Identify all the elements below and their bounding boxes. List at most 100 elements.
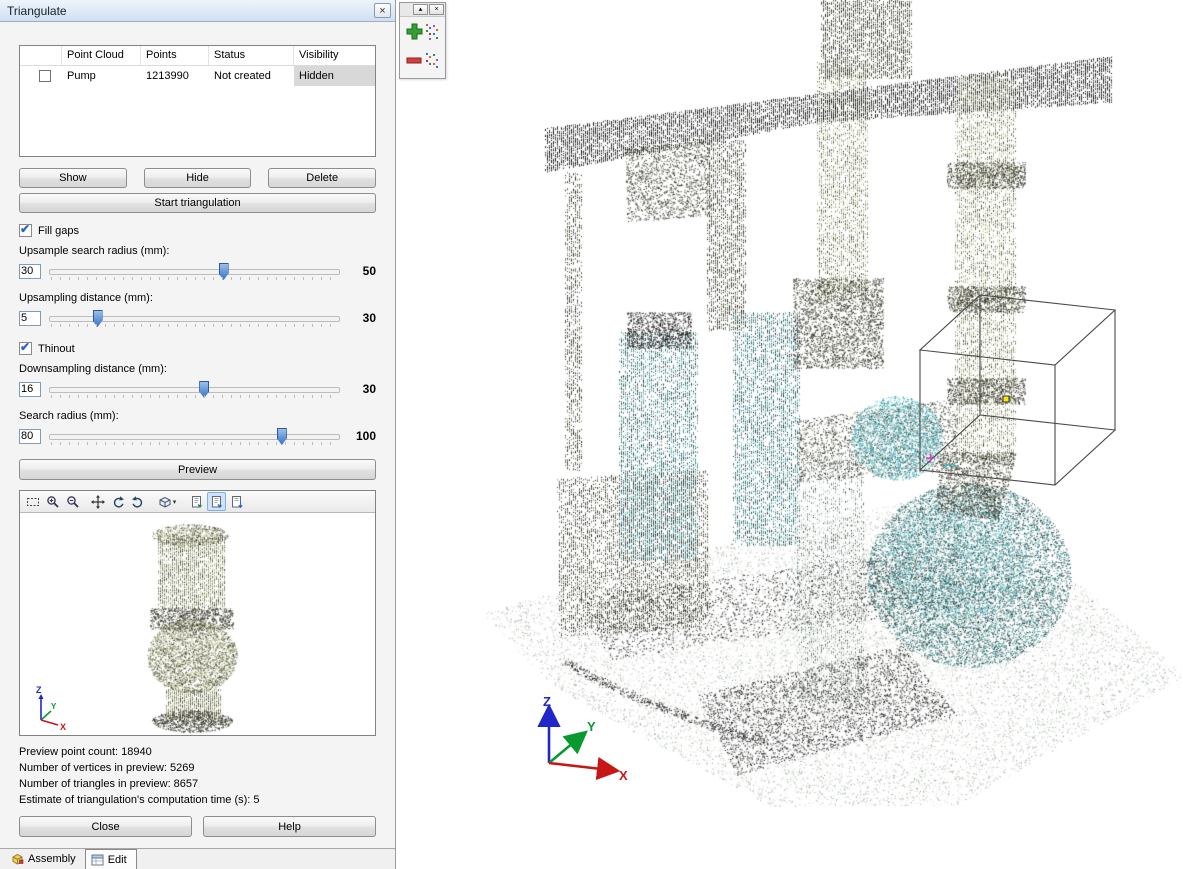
search-radius-label: Search radius (mm): — [19, 410, 376, 422]
preview-axis-y-label: Y — [51, 702, 57, 711]
upsample-search-radius-slider: 50 — [19, 258, 376, 284]
point-cloud-table: Point Cloud Points Status Visibility Pum… — [19, 45, 376, 157]
tab-assembly[interactable]: Assembly — [6, 849, 85, 869]
header-point-cloud: Point Cloud — [62, 46, 141, 65]
slider-track[interactable] — [49, 379, 340, 399]
viewport-overlay: Z Y X — [397, 0, 1183, 869]
triangulate-panel: Triangulate × Point Cloud Points Status … — [0, 0, 396, 869]
tab-edit[interactable]: Edit — [85, 849, 137, 869]
remove-points-tool[interactable] — [400, 46, 445, 75]
fill-gaps-label: Fill gaps — [38, 225, 79, 237]
selected-point-marker[interactable] — [1003, 396, 1009, 402]
header-points: Points — [141, 46, 209, 65]
computation-time-estimate: Estimate of triangulation's computation … — [19, 792, 376, 808]
preview-point-count: Preview point count: 18940 — [19, 744, 376, 760]
slider-max-label: 30 — [346, 382, 376, 396]
cube-corner-gizmo[interactable] — [926, 454, 957, 469]
tab-edit-label: Edit — [108, 854, 127, 866]
panel-title: Triangulate — [7, 4, 67, 18]
collapse-icon[interactable]: ▴ — [413, 4, 428, 15]
header-visibility: Visibility — [294, 46, 375, 65]
show-button[interactable]: Show — [19, 168, 127, 188]
close-icon[interactable]: × — [429, 4, 444, 15]
rotate-right-icon[interactable] — [108, 492, 127, 511]
zoom-out-icon[interactable] — [63, 492, 82, 511]
slider-thumb[interactable] — [219, 263, 229, 280]
header-status: Status — [209, 46, 294, 65]
row-checkbox[interactable] — [39, 70, 51, 82]
pan-icon[interactable] — [88, 492, 107, 511]
cell-point-cloud: Pump — [62, 66, 141, 86]
zoom-in-icon[interactable] — [43, 492, 62, 511]
clipping-box-wireframe[interactable] — [920, 295, 1115, 485]
preview-group: ▾ Z Y X — [19, 490, 376, 736]
preview-axis-triad: Z Y X — [25, 682, 89, 732]
upsample-search-radius-label: Upsample search radius (mm): — [19, 245, 376, 257]
bottom-tabstrip: Assembly Edit — [0, 848, 395, 869]
preview-axis-z-label: Z — [36, 685, 42, 695]
search-radius-input[interactable] — [19, 429, 41, 444]
assembly-icon — [11, 853, 24, 865]
app-window: Triangulate × Point Cloud Points Status … — [0, 0, 1183, 869]
close-button[interactable]: Close — [19, 816, 192, 837]
table-empty-area — [20, 86, 375, 156]
preview-axis-x-label: X — [60, 722, 66, 732]
fill-gaps-checkbox[interactable] — [19, 224, 32, 237]
axis-y-label: Y — [587, 719, 596, 734]
fill-gaps-row[interactable]: Fill gaps — [19, 224, 376, 237]
delete-button[interactable]: Delete — [268, 168, 376, 188]
upsampling-distance-input[interactable] — [19, 311, 41, 326]
slider-thumb[interactable] — [199, 381, 209, 398]
panel-content: Point Cloud Points Status Visibility Pum… — [0, 45, 395, 837]
upsample-search-radius-input[interactable] — [19, 264, 41, 279]
slider-thumb[interactable] — [93, 310, 103, 327]
slider-max-label: 50 — [346, 264, 376, 278]
add-points-icon — [406, 21, 440, 43]
slider-track[interactable] — [49, 308, 340, 328]
preview-stats: Preview point count: 18940 Number of ver… — [19, 744, 376, 808]
tab-assembly-label: Assembly — [28, 853, 76, 865]
close-icon[interactable]: × — [374, 3, 391, 18]
hide-button[interactable]: Hide — [144, 168, 252, 188]
chevron-down-icon: ▾ — [173, 498, 177, 506]
remove-points-icon — [406, 50, 440, 72]
viewport-axis-triad: Z Y X — [543, 694, 628, 783]
rotate-left-icon[interactable] — [128, 492, 147, 511]
cell-visibility[interactable]: Hidden — [294, 66, 375, 86]
cell-status: Not created — [209, 66, 294, 86]
add-points-tool[interactable] — [400, 17, 445, 46]
table-header: Point Cloud Points Status Visibility — [20, 46, 375, 66]
slider-track[interactable] — [49, 426, 340, 446]
downsampling-distance-input[interactable] — [19, 382, 41, 397]
axis-z-label: Z — [543, 694, 551, 709]
help-button[interactable]: Help — [203, 816, 376, 837]
triangles-count: Number of triangles in preview: 8657 — [19, 776, 376, 792]
slider-track[interactable] — [49, 261, 340, 281]
cell-points: 1213990 — [141, 66, 209, 86]
thinout-checkbox[interactable] — [19, 342, 32, 355]
table-row[interactable]: Pump 1213990 Not created Hidden — [20, 66, 375, 86]
point-edit-mini-toolbar: ▴ × — [399, 2, 446, 79]
thinout-label: Thinout — [38, 343, 75, 355]
vertices-count: Number of vertices in preview: 5269 — [19, 760, 376, 776]
downsampling-distance-label: Downsampling distance (mm): — [19, 363, 376, 375]
start-triangulation-button[interactable]: Start triangulation — [19, 193, 376, 213]
preview-viewport[interactable]: Z Y X — [20, 513, 375, 735]
edit-icon — [91, 854, 104, 866]
viewport-3d[interactable]: Z Y X ▴ × — [397, 0, 1183, 869]
marquee-select-icon[interactable] — [23, 492, 42, 511]
slider-thumb[interactable] — [277, 428, 287, 445]
mini-toolbar-titlebar[interactable]: ▴ × — [400, 3, 445, 17]
slider-max-label: 100 — [346, 429, 376, 443]
paste-view-icon[interactable] — [207, 492, 226, 511]
panel-titlebar[interactable]: Triangulate × — [0, 0, 395, 22]
export-view-icon[interactable] — [227, 492, 246, 511]
upsampling-distance-label: Upsampling distance (mm): — [19, 292, 376, 304]
copy-view-icon[interactable] — [187, 492, 206, 511]
header-checkbox-col — [20, 46, 62, 65]
thinout-row[interactable]: Thinout — [19, 342, 376, 355]
upsampling-distance-slider: 30 — [19, 305, 376, 331]
preview-button[interactable]: Preview — [19, 459, 376, 480]
search-radius-slider: 100 — [19, 423, 376, 449]
view-orientation-dropdown[interactable]: ▾ — [153, 492, 181, 511]
